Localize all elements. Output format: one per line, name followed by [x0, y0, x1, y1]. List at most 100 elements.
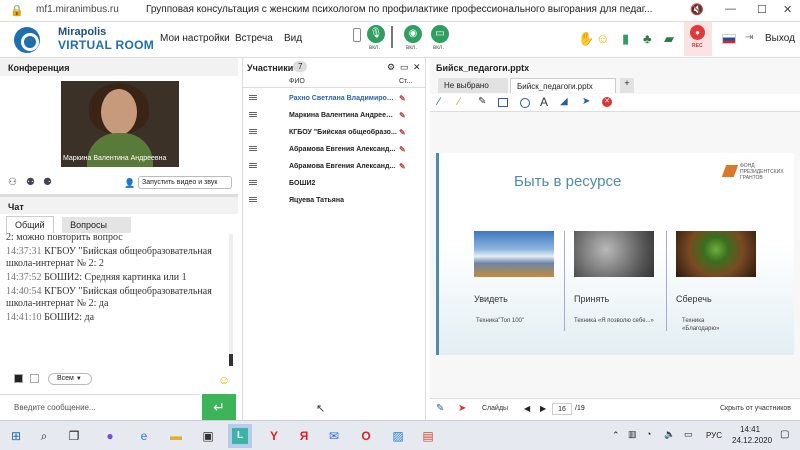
wifi-icon[interactable]: ◔	[646, 429, 651, 439]
close-button[interactable]: ✕	[783, 3, 792, 16]
powerpoint-icon[interactable]: ▤	[420, 428, 436, 444]
drag-handle-icon[interactable]	[249, 129, 257, 130]
active-app-highlight[interactable]: L	[228, 424, 252, 448]
network-icon[interactable]: ▥	[628, 429, 637, 440]
yandex-icon[interactable]: Я	[296, 428, 312, 444]
pen-icon[interactable]: ∕	[438, 96, 440, 108]
participant-row[interactable]: Абрамова Евгения Александ... ✎	[243, 160, 425, 175]
drag-handle-icon[interactable]	[249, 146, 257, 147]
raise-hand-icon[interactable]: ✋	[578, 31, 594, 47]
color-icon[interactable]	[14, 374, 23, 383]
start-video-select[interactable]: Запустить видео и звук	[138, 176, 232, 189]
toggle-icon[interactable]	[353, 28, 361, 42]
col-name[interactable]: ФИО	[289, 78, 305, 85]
slide-canvas[interactable]: Быть в ресурсе ФОНД ПРЕЗИДЕНТСКИХ ГРАНТО…	[436, 153, 794, 355]
photos-icon[interactable]: ▨	[390, 428, 406, 444]
emoji-picker-icon[interactable]: ☺	[218, 373, 230, 387]
clear-icon[interactable]: ✕	[602, 97, 612, 107]
user-mic-icon[interactable]: ⚉	[26, 177, 35, 188]
divider[interactable]	[0, 194, 238, 197]
exit-icon[interactable]: ⇥	[745, 32, 753, 43]
clock-date[interactable]: 24.12.2020	[732, 436, 772, 445]
participant-row[interactable]: Абрамова Евгения Александ... ✎	[243, 143, 425, 158]
minimize-panel-icon[interactable]: ▭	[400, 62, 409, 73]
speaker-icon[interactable]: ⚇	[8, 177, 17, 188]
store-icon[interactable]: ▣	[200, 428, 216, 444]
screen-share-button[interactable]: ▭	[431, 25, 449, 43]
laser-icon[interactable]: ➤	[458, 403, 466, 414]
drag-handle-icon[interactable]	[249, 180, 257, 181]
add-tab-button[interactable]: +	[620, 78, 634, 93]
participant-row[interactable]: КГБОУ "Бийская общеобразо... ✎	[243, 126, 425, 141]
emoji-icon[interactable]: ☺	[596, 31, 609, 46]
edge-icon[interactable]: e	[136, 428, 152, 444]
tray-chevron-icon[interactable]: ⌃	[612, 430, 620, 441]
minimize-button[interactable]: —	[725, 3, 736, 15]
explorer-icon[interactable]: ▬	[168, 428, 184, 444]
recipient-select[interactable]: Всем ▼	[48, 373, 92, 385]
clock-time[interactable]: 14:41	[740, 425, 760, 434]
volume-icon[interactable]: 🔈	[664, 429, 675, 440]
exit-button[interactable]: Выход	[765, 33, 795, 44]
close-panel-icon[interactable]: ✕	[413, 62, 421, 73]
russian-flag-icon[interactable]	[722, 34, 736, 44]
mail-icon[interactable]: ✉	[326, 428, 342, 444]
tab-general[interactable]: Общий	[6, 216, 54, 233]
draw-tool-icon[interactable]: ✎	[436, 403, 444, 414]
notifications-icon[interactable]: ▢	[780, 429, 789, 440]
message-input[interactable]: Введите сообщение...	[0, 394, 200, 420]
next-slide-button[interactable]: ▶	[540, 404, 546, 413]
microphone-button[interactable]: 🎙	[367, 25, 385, 43]
pointer-icon[interactable]: ➤	[582, 96, 590, 107]
tab-not-selected[interactable]: Не выбрано	[438, 78, 508, 93]
fill-icon[interactable]: ◢	[560, 96, 568, 107]
windows-start-icon[interactable]: ⊞	[8, 428, 24, 444]
bg-color-icon[interactable]	[30, 374, 39, 383]
col-status[interactable]: Ст...	[399, 78, 412, 85]
yandex-browser-icon[interactable]: Y	[266, 428, 282, 444]
marker-icon[interactable]: ∕	[458, 96, 460, 108]
ellipse-icon[interactable]	[520, 98, 530, 108]
text-icon[interactable]: A	[540, 95, 548, 109]
pencil-icon[interactable]: ✎	[478, 96, 486, 107]
menu-meeting[interactable]: Встреча	[235, 33, 273, 44]
drag-handle-icon[interactable]	[249, 95, 257, 96]
send-button[interactable]: ↵	[202, 394, 236, 420]
child-image	[574, 231, 654, 277]
menu-settings[interactable]: Мои настройки	[160, 33, 230, 44]
volume-slider[interactable]	[391, 26, 393, 48]
gear-icon[interactable]: ⚙	[387, 62, 395, 73]
user-cam-icon[interactable]: ⚈	[43, 177, 52, 188]
chart-icon[interactable]: ▮	[622, 31, 629, 47]
folder-icon[interactable]: ▰	[664, 31, 674, 47]
task-view-icon[interactable]: ❐	[66, 428, 82, 444]
slides-label[interactable]: Слайды	[482, 405, 508, 412]
browser-url[interactable]: mf1.miranimbus.ru	[36, 4, 119, 15]
tab-questions[interactable]: Вопросы	[62, 217, 132, 233]
chat-scrollbar[interactable]	[229, 234, 233, 366]
camera-button[interactable]: ◉	[404, 25, 422, 43]
search-icon[interactable]: ⌕	[36, 428, 52, 444]
hide-from-participants[interactable]: Скрыть от участников	[720, 405, 791, 412]
participant-row[interactable]: Маркина Валентина Андреевна ✎	[243, 109, 425, 124]
participant-row[interactable]: Яцуева Татьяна	[243, 194, 425, 209]
prev-slide-button[interactable]: ◀	[524, 404, 530, 413]
slide-number-input[interactable]: 16	[552, 403, 572, 415]
mute-icon[interactable]: 🔇	[690, 3, 704, 16]
chat-scroll-thumb[interactable]	[229, 354, 233, 366]
opera-icon[interactable]: O	[358, 428, 374, 444]
drag-handle-icon[interactable]	[249, 112, 257, 113]
battery-icon[interactable]: ▭	[684, 429, 693, 440]
tree-icon[interactable]: ♣	[643, 31, 652, 46]
record-area[interactable]: ● REC	[684, 22, 712, 56]
rectangle-icon[interactable]	[498, 98, 508, 107]
drag-handle-icon[interactable]	[249, 163, 257, 164]
alice-icon[interactable]: ●	[102, 428, 118, 444]
language-indicator[interactable]: РУС	[706, 431, 722, 440]
maximize-button[interactable]: ☐	[757, 3, 767, 16]
menu-view[interactable]: Вид	[284, 33, 302, 44]
participant-row[interactable]: БОШИ2	[243, 177, 425, 192]
drag-handle-icon[interactable]	[249, 197, 257, 198]
participant-row[interactable]: Рахно Светлана Владимировна ✎	[243, 92, 425, 107]
tab-presentation[interactable]: Бийск_педагоги.pptx	[510, 78, 616, 93]
